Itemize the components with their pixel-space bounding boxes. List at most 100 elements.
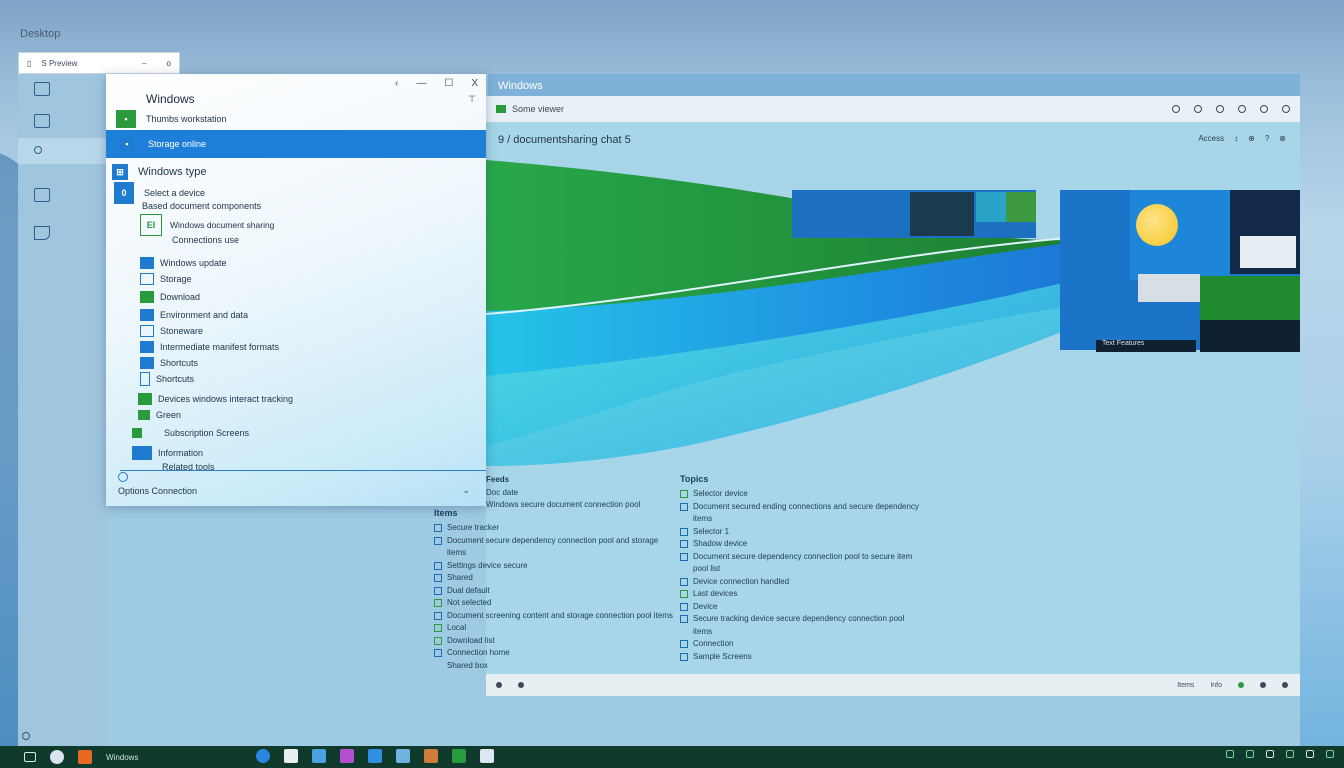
small-window-minimize[interactable]: – (142, 59, 146, 68)
list-item[interactable]: Settings device secure (434, 560, 674, 573)
list-item[interactable]: Document secure dependency connection po… (434, 535, 674, 560)
clock-icon[interactable] (1306, 750, 1314, 758)
back-window-titlebar: Windows (488, 74, 1300, 98)
list-item[interactable]: Secure tracking device secure dependency… (680, 613, 920, 638)
list-item[interactable]: Selector device (680, 488, 920, 501)
nav-item-manifest[interactable]: Intermediate manifest formats (106, 340, 486, 354)
add-icon[interactable]: ⊕ (1248, 134, 1255, 143)
feeds-header: Feeds (486, 475, 510, 484)
list-item[interactable]: Connection (680, 638, 920, 651)
nav-item-select-device[interactable]: 0 Select a device (106, 182, 486, 204)
tile-media[interactable] (1200, 320, 1300, 352)
info-icon[interactable] (1194, 105, 1202, 113)
cancel-icon[interactable]: ⊗ (1279, 134, 1286, 143)
close-icon[interactable]: X (471, 78, 478, 89)
nav-item-information[interactable]: Information (106, 446, 486, 460)
nav-item-thumbs[interactable]: ▪ Thumbs workstation (106, 108, 486, 130)
list-item[interactable]: Sample Screens (680, 651, 920, 664)
nav-item-download[interactable]: Download (106, 290, 486, 304)
loading-icon (118, 472, 128, 482)
home-icon[interactable] (34, 82, 50, 96)
help-icon[interactable]: ? (1265, 134, 1269, 143)
settings-icon[interactable] (1238, 105, 1246, 113)
list-item[interactable]: Dual default (434, 585, 674, 598)
refresh-icon[interactable] (1216, 105, 1224, 113)
search-icon[interactable] (22, 732, 30, 740)
item-icon (434, 586, 442, 595)
display-icon[interactable] (34, 188, 50, 202)
pin-icon[interactable]: ⊤ (468, 94, 476, 105)
notification-icon[interactable] (1326, 750, 1334, 758)
nav-item-based-doc[interactable]: Based document components (106, 200, 486, 212)
pin-icon[interactable] (34, 146, 42, 154)
footer-options[interactable]: Options Connection (118, 486, 197, 496)
nav-item-green[interactable]: Green (106, 408, 486, 422)
firefox-icon[interactable] (78, 750, 92, 764)
nav-item-shortcuts-2[interactable]: Shortcuts (106, 372, 486, 386)
search-taskbar-icon[interactable] (50, 750, 64, 764)
list-item[interactable]: Not selected (434, 597, 674, 610)
list-item[interactable]: Local (434, 622, 674, 635)
explorer-icon[interactable] (368, 749, 382, 763)
minimize-icon[interactable]: — (416, 78, 426, 89)
list-item[interactable]: Connection home (434, 647, 674, 660)
edge-icon[interactable] (256, 749, 270, 763)
mail-icon[interactable] (396, 749, 410, 763)
folder-icon[interactable] (424, 749, 438, 763)
nav-item-stoneware[interactable]: Stoneware (106, 324, 486, 338)
nav-item-shortcuts[interactable]: Shortcuts (106, 356, 486, 370)
list-item[interactable]: Last devices (680, 588, 920, 601)
tile-excel[interactable] (1200, 276, 1300, 320)
settings-icon[interactable] (312, 749, 326, 763)
battery-icon[interactable] (1266, 750, 1274, 758)
back-icon[interactable]: ‹ (395, 78, 398, 89)
system-tray (1226, 750, 1334, 758)
tile-photo[interactable] (976, 192, 1006, 222)
small-window[interactable]: ▯ S Preview – o (18, 52, 180, 74)
nav-item-subscription[interactable]: Subscription Screens (106, 426, 486, 440)
wifi-icon[interactable] (1286, 750, 1294, 758)
tile-game[interactable] (1006, 192, 1036, 222)
list-item[interactable]: Document secure dependency connection po… (680, 551, 920, 576)
network-icon[interactable] (1226, 750, 1234, 758)
minimize-icon[interactable] (1260, 105, 1268, 113)
nav-item-storage[interactable]: Storage (106, 272, 486, 286)
tile-dark[interactable] (910, 192, 974, 236)
nav-item-storage-online[interactable]: ▪ Storage online (106, 130, 486, 158)
nav-item-doc-sharing[interactable]: EI Windows document sharing (106, 214, 486, 236)
item-icon (680, 615, 688, 623)
list-item[interactable]: Selector 1 (680, 526, 920, 539)
nav-item-tracking[interactable]: Devices windows interact tracking (106, 392, 486, 406)
list-item[interactable]: Shared (434, 572, 674, 585)
start-icon[interactable] (24, 752, 36, 762)
list-item[interactable]: Shadow device (680, 538, 920, 551)
tile-device[interactable] (1138, 274, 1200, 302)
photos-icon[interactable] (340, 749, 354, 763)
close-icon[interactable] (1282, 105, 1290, 113)
nav-item-windows-update[interactable]: Windows update (106, 256, 486, 270)
list-item[interactable]: Document secured ending connections and … (680, 501, 920, 526)
list-item[interactable]: Download list (434, 635, 674, 648)
maximize-icon[interactable]: ☐ (444, 78, 453, 89)
small-window-close[interactable]: o (167, 59, 171, 68)
volume-icon[interactable] (1246, 750, 1254, 758)
tile-document[interactable] (1240, 236, 1296, 268)
nav-item-windows-type[interactable]: ⊞ Windows type (106, 162, 486, 182)
nav-item-connections[interactable]: Connections use (106, 234, 486, 246)
sort-icon[interactable]: ↕ (1234, 134, 1238, 143)
nav-item-environment[interactable]: Environment and data (106, 308, 486, 322)
calendar-icon[interactable] (480, 749, 494, 763)
list-item[interactable]: Device (680, 601, 920, 614)
list-item[interactable]: Device connection handled (680, 576, 920, 589)
chevron-down-icon[interactable]: ⌄ (462, 485, 470, 496)
brush-icon[interactable] (34, 226, 50, 240)
excel-icon[interactable] (452, 749, 466, 763)
share-icon[interactable] (1172, 105, 1180, 113)
list-item[interactable]: Secure tracker (434, 522, 674, 535)
item-icon (680, 652, 688, 661)
store-icon[interactable] (284, 749, 298, 763)
access-label[interactable]: Access (1198, 134, 1224, 143)
list-item[interactable]: Document screening content and storage c… (434, 610, 674, 623)
tablet-icon[interactable] (34, 114, 50, 128)
list-item[interactable]: Shared box (434, 660, 674, 673)
